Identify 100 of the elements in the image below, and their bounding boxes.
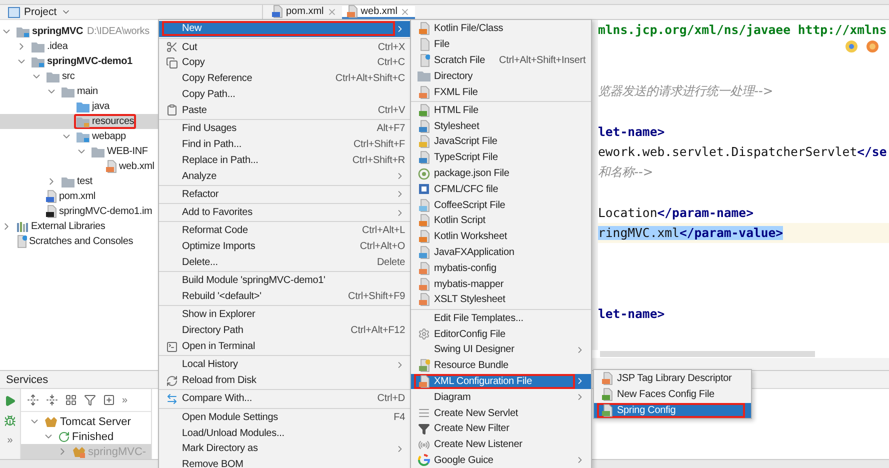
menu-item[interactable]: mybatis-mapper (411, 276, 591, 292)
editor-tab[interactable]: web.xml (342, 6, 416, 19)
menu-item[interactable]: Remove BOM (159, 456, 411, 468)
xml-file-icon (418, 293, 430, 306)
scratch-file-icon (16, 235, 27, 248)
menu-item[interactable]: Copy Ctrl+C (159, 55, 411, 71)
menu-item[interactable]: Kotlin File/Class (411, 21, 591, 37)
html-file-icon (418, 104, 430, 117)
menu-item[interactable]: Resource Bundle (411, 358, 591, 374)
menu-item[interactable]: Local History (159, 356, 411, 373)
css-file-icon (418, 120, 430, 133)
module-folder-icon (16, 26, 30, 38)
menu-item[interactable]: Directory Path Ctrl+Alt+F12 (159, 322, 411, 339)
expand-all-icon[interactable] (27, 394, 39, 406)
menu-item[interactable]: JavaScript File (411, 134, 591, 150)
tree-item[interactable]: Tomcat Server (21, 414, 151, 429)
menu-item[interactable]: JSP Tag Library Descriptor (594, 371, 751, 387)
menu-item[interactable]: Find in Path... Ctrl+Shift+F (159, 136, 411, 152)
menu-item[interactable]: Copy Path... (159, 86, 411, 102)
menu-item[interactable]: Build Module 'springMVC-demo1' (159, 272, 411, 289)
menu-item[interactable]: Copy Reference Ctrl+Alt+Shift+C (159, 70, 411, 87)
menu-item[interactable]: EditorConfig File (411, 326, 591, 342)
collapse-all-icon[interactable] (46, 394, 58, 406)
bug-icon[interactable] (4, 415, 16, 427)
menu-item[interactable]: Open Module Settings F4 (159, 409, 411, 426)
menu-item[interactable]: Kotlin Worksheet (411, 228, 591, 245)
browser-icon[interactable] (866, 40, 879, 53)
shortcut-label: Ctrl+D (376, 393, 405, 404)
menu-item[interactable]: File (411, 36, 591, 53)
scissors-icon (166, 41, 178, 54)
menu-item[interactable]: New Faces Config File (594, 386, 751, 403)
shortcut-label: Alt+F7 (376, 123, 405, 134)
menu-item[interactable]: Mark Directory as (159, 440, 411, 457)
menu-item[interactable]: Diagram (411, 389, 591, 406)
menu-item[interactable]: XSLT Stylesheet (411, 292, 591, 308)
menu-item[interactable]: Open in Terminal (159, 338, 411, 354)
editor-tab[interactable]: pom.xml (267, 6, 342, 19)
code-line: ework.web.servlet.DispatcherServlet</se (598, 144, 888, 161)
menu-item[interactable]: Reformat Code Ctrl+Alt+L (159, 223, 411, 239)
menu-item[interactable]: Analyze (159, 168, 411, 184)
menu-item[interactable]: Delete... Delete (159, 254, 411, 270)
close-icon[interactable] (400, 6, 410, 16)
panel-title[interactable]: Project (24, 6, 57, 18)
gear-icon (418, 328, 430, 340)
add-icon[interactable] (103, 394, 115, 406)
menu-item[interactable]: Add to Favorites (159, 204, 411, 221)
package-icon (418, 168, 430, 180)
menu-item[interactable]: Show in Explorer (159, 307, 411, 323)
shortcut-label: Ctrl+C (376, 57, 405, 68)
menu-item[interactable]: Load/Unload Modules... (159, 425, 411, 441)
filter-icon[interactable] (84, 394, 96, 406)
menu-item[interactable]: Paste Ctrl+V (159, 102, 411, 118)
menu-item[interactable]: Optimize Imports Ctrl+Alt+O (159, 238, 411, 255)
google-icon (418, 454, 430, 466)
menu-item[interactable]: Create New Filter (411, 420, 591, 437)
menu-item[interactable]: Compare With... Ctrl+D (159, 391, 411, 407)
menu-item[interactable]: Swing UI Designer (411, 342, 591, 358)
menu-item[interactable]: New (159, 21, 411, 37)
tree-item[interactable]: Finished (21, 429, 151, 444)
folder-icon (417, 70, 431, 82)
menu-item[interactable]: Rebuild '<default>' Ctrl+Shift+F9 (159, 288, 411, 305)
menu-item[interactable]: XML Configuration File (411, 374, 591, 390)
menu-item[interactable]: FXML File (411, 84, 591, 100)
run-icon[interactable] (4, 395, 16, 407)
module-file-icon (46, 205, 57, 218)
menu-item[interactable]: Cut Ctrl+X (159, 39, 411, 56)
close-icon[interactable] (326, 6, 337, 16)
menu-item[interactable]: Replace in Path... Ctrl+Shift+R (159, 152, 411, 168)
menu-item[interactable]: Scratch File Ctrl+Alt+Shift+Insert (411, 52, 591, 68)
menu-item[interactable]: Spring Config (594, 402, 751, 418)
menu-item[interactable]: CFML/CFC file (411, 181, 591, 198)
menu-item[interactable]: HTML File (411, 102, 591, 118)
menu-item[interactable]: mybatis-config (411, 260, 591, 276)
coffee-file-icon (418, 198, 430, 212)
menu-item[interactable]: Create New Listener (411, 436, 591, 453)
shortcut-label: Ctrl+Alt+L (361, 225, 405, 236)
menu-item[interactable]: JavaFXApplication (411, 244, 591, 260)
menu-item[interactable]: CoffeeScript File (411, 197, 591, 214)
menu-item[interactable]: package.json File (411, 166, 591, 182)
menu-item[interactable]: Edit File Templates... (411, 310, 591, 326)
menu-item[interactable]: Google Guice (411, 452, 591, 468)
menu-item[interactable]: TypeScript File (411, 150, 591, 166)
scrollbar-thumb[interactable] (600, 351, 815, 357)
group-icon[interactable] (65, 394, 77, 406)
browser-icon[interactable] (845, 40, 858, 53)
xml-file-icon (602, 372, 612, 386)
folder-icon (46, 70, 60, 82)
more-button[interactable]: » (122, 394, 128, 406)
menu-item[interactable]: Kotlin Script (411, 213, 591, 229)
menu-item[interactable]: Create New Servlet (411, 405, 591, 421)
menu-item[interactable]: Reload from Disk (159, 372, 411, 389)
shortcut-label: Ctrl+Alt+O (358, 241, 405, 252)
menu-item[interactable]: Refactor (159, 186, 411, 202)
menu-item[interactable]: Directory (411, 68, 591, 84)
js-file-icon (418, 135, 430, 148)
rerun-icon (58, 430, 70, 442)
kotlin-file-icon (418, 22, 430, 36)
menu-item[interactable]: Stylesheet (411, 118, 591, 134)
more-button[interactable]: » (7, 435, 13, 446)
code-line: let-name> (598, 306, 666, 324)
